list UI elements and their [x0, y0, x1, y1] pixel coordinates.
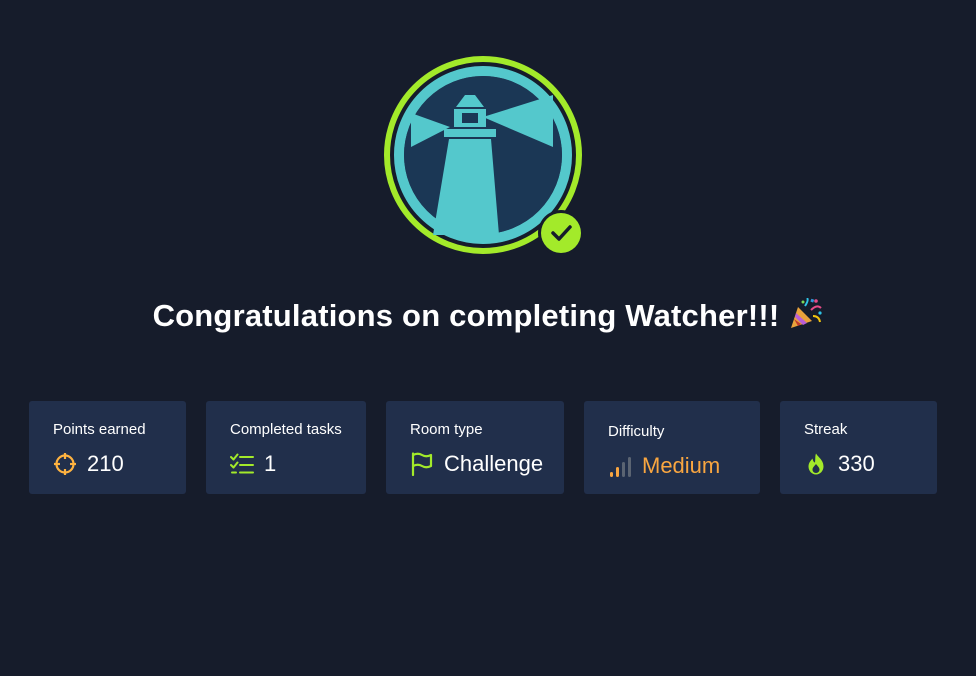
checklist-icon — [230, 452, 254, 476]
difficulty-card: Difficulty Medium — [584, 401, 760, 494]
streak-value: 330 — [838, 451, 875, 476]
flag-icon — [410, 452, 434, 476]
party-popper-icon — [789, 297, 823, 338]
points-earned-card: Points earned 210 — [29, 401, 186, 494]
streak-card: Streak 330 — [780, 401, 937, 494]
difficulty-value: Medium — [642, 453, 721, 478]
congratulations-heading: Congratulations on completing Watcher!!! — [0, 297, 976, 338]
room-type-label: Room type — [410, 421, 483, 438]
points-earned-label: Points earned — [53, 421, 146, 438]
points-earned-value: 210 — [87, 451, 124, 476]
difficulty-label: Difficulty — [608, 423, 665, 440]
completed-tasks-card: Completed tasks 1 — [206, 401, 366, 494]
signal-bars-icon — [608, 454, 632, 478]
completed-tasks-label: Completed tasks — [230, 421, 342, 438]
streak-label: Streak — [804, 421, 848, 438]
completed-tasks-value: 1 — [264, 451, 277, 476]
crosshair-icon — [53, 452, 77, 476]
headline-text: Congratulations on completing Watcher!!! — [152, 298, 780, 333]
room-badge — [383, 55, 583, 255]
completion-page: Congratulations on completing Watcher!!!… — [0, 0, 976, 676]
room-type-value: Challenge — [444, 451, 544, 476]
flame-icon — [804, 452, 828, 476]
room-type-card: Room type Challenge — [386, 401, 564, 494]
